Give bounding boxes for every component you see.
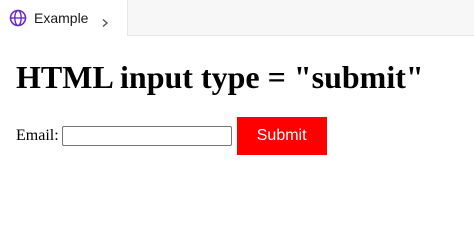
- email-input[interactable]: [61, 126, 232, 146]
- email-label: Email:: [16, 127, 59, 144]
- email-form: Email: Submit: [16, 117, 327, 155]
- browser-tab-bar: Example: [0, 0, 474, 36]
- chevron-right-icon[interactable]: [100, 15, 110, 28]
- globe-icon: [9, 9, 27, 27]
- browser-tab-example[interactable]: Example: [0, 0, 128, 36]
- submit-button[interactable]: Submit: [236, 117, 327, 155]
- page-heading: HTML input type = "submit": [16, 59, 424, 95]
- page-content: HTML input type = "submit" Email: Submit: [16, 58, 466, 155]
- tab-label: Example: [34, 10, 89, 26]
